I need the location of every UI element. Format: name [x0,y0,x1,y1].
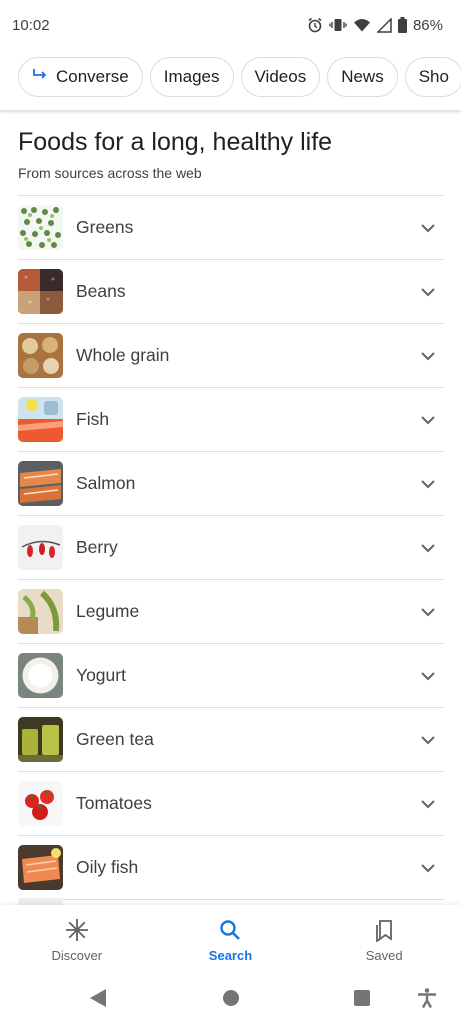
accessibility-icon[interactable] [416,987,438,1009]
page-title: Foods for a long, healthy life [18,128,333,156]
chevron-down-icon[interactable] [418,794,438,814]
chip-label: Videos [254,67,307,86]
salmon-thumbnail [18,461,63,506]
fish-thumbnail [18,397,63,442]
back-icon[interactable] [88,987,108,1009]
chevron-down-icon[interactable] [418,538,438,558]
filter-chips-bar: Converse Images Videos News Sho [0,50,461,110]
list-item-fish[interactable]: Fish [18,388,444,452]
recents-icon[interactable] [352,987,372,1009]
list-item-legume[interactable]: Legume [18,580,444,644]
chevron-down-icon[interactable] [418,346,438,366]
chevron-down-icon[interactable] [418,730,438,750]
arrow-return-icon [32,68,48,87]
search-icon [220,919,241,940]
chip-news[interactable]: News [327,57,398,97]
nav-search[interactable]: Search [170,918,290,963]
chevron-down-icon[interactable] [418,602,438,622]
chip-label: Images [163,67,220,86]
whole-grain-thumbnail [18,333,63,378]
list-item-beans[interactable]: Beans [18,260,444,324]
list-item-label: Greens [76,217,134,237]
list-item-label: Whole grain [76,345,170,365]
chevron-down-icon[interactable] [418,282,438,302]
list-item-salmon[interactable]: Salmon [18,452,444,516]
wifi-icon [353,19,370,32]
list-item-label: Yogurt [76,665,126,685]
list-item-green-tea[interactable]: Green tea [18,708,444,772]
chip-label: Sho [418,67,449,86]
results-panel: Foods for a long, healthy life From sour… [18,110,444,900]
list-item-label: Green tea [76,729,154,749]
chip-shopping[interactable]: Sho [404,57,461,97]
chip-label: Converse [56,67,129,86]
food-list: Greens Beans Whole grain Fish Salmon Ber… [18,195,444,900]
asterisk-icon [65,918,88,941]
legume-thumbnail [18,589,63,634]
list-item-label: Legume [76,601,140,621]
chevron-down-icon[interactable] [418,474,438,494]
bottom-navigation: Discover Search Saved [0,905,461,975]
list-item-tomatoes[interactable]: Tomatoes [18,772,444,836]
status-time: 10:02 [12,16,50,34]
chevron-down-icon[interactable] [418,666,438,686]
list-item-label: Oily fish [76,857,139,877]
berry-thumbnail [18,525,63,570]
list-item-whole-grain[interactable]: Whole grain [18,324,444,388]
list-item-berry[interactable]: Berry [18,516,444,580]
battery-icon [397,17,407,33]
chevron-down-icon[interactable] [418,218,438,238]
page-subtitle: From sources across the web [18,165,202,181]
greens-thumbnail [18,205,63,250]
oily-fish-thumbnail [18,845,63,890]
chip-converse[interactable]: Converse [18,57,143,97]
yogurt-thumbnail [18,653,63,698]
vibrate-icon [329,19,347,31]
signal-icon [376,17,392,33]
bookmarks-icon [376,919,393,942]
list-item-label: Beans [76,281,126,301]
list-item-label: Fish [76,409,110,429]
chevron-down-icon[interactable] [418,858,438,878]
list-item-label: Berry [76,537,118,557]
list-item-label: Tomatoes [76,793,152,813]
list-item-label: Salmon [76,473,136,493]
nav-label: Saved [365,947,403,963]
battery-level: 86% [412,16,443,34]
home-icon[interactable] [221,987,241,1009]
beans-thumbnail [18,269,63,314]
nav-discover[interactable]: Discover [17,918,137,963]
nav-saved[interactable]: Saved [324,918,444,963]
nav-label: Search [208,947,253,963]
chip-label: News [341,67,384,86]
alarm-icon [308,17,322,33]
nav-label: Discover [51,947,103,963]
chevron-down-icon[interactable] [418,410,438,430]
system-navigation-bar [0,975,461,1024]
chip-images[interactable]: Images [149,57,234,97]
list-item-greens[interactable]: Greens [18,196,444,260]
chip-videos[interactable]: Videos [240,57,321,97]
list-item-yogurt[interactable]: Yogurt [18,644,444,708]
status-bar: 10:02 86% [0,0,461,50]
list-item-oily-fish[interactable]: Oily fish [18,836,444,900]
tomatoes-thumbnail [18,781,63,826]
green-tea-thumbnail [18,717,63,762]
status-icons: 86% [307,17,443,34]
